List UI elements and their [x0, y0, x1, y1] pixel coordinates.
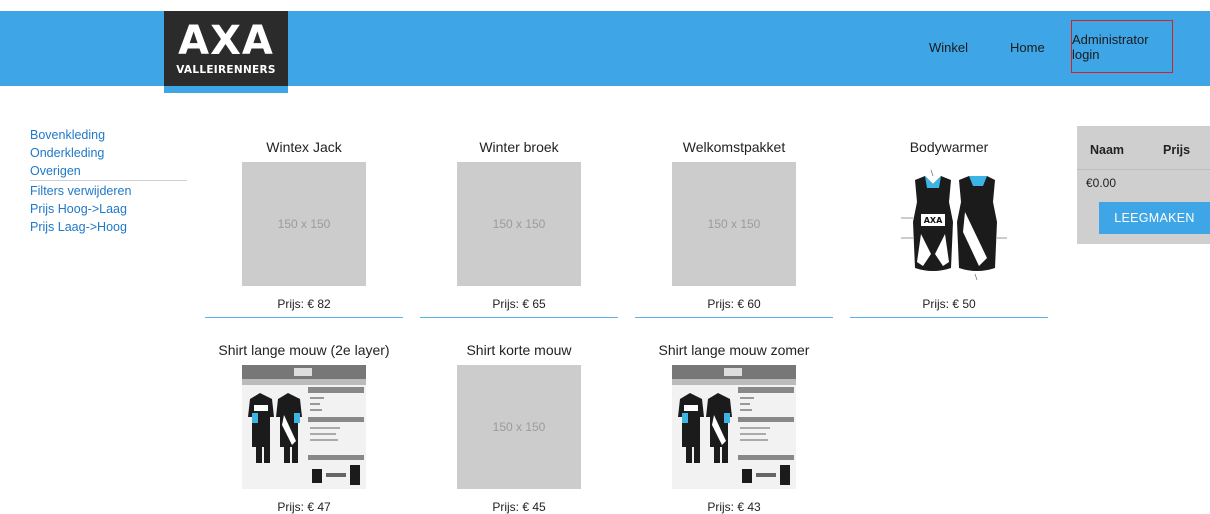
jersey-spec-illustration	[672, 365, 796, 489]
product-title[interactable]: Shirt lange mouw (2e layer)	[205, 341, 403, 359]
sidebar-item-bovenkleding[interactable]: Bovenkleding	[30, 126, 190, 144]
cart-total: €0.00	[1086, 176, 1117, 190]
product-price: Prijs: € 82	[277, 297, 331, 311]
product-divider	[635, 317, 833, 318]
product-card[interactable]: Shirt lange mouw zomer Prijs: € 43	[635, 341, 833, 514]
nav-winkel-link[interactable]: Winkel	[929, 40, 968, 55]
axa-valleirenners-logo[interactable]: AXA VALLEIRENNERS	[164, 11, 288, 93]
product-price: Prijs: € 43	[707, 500, 761, 514]
cart-column-prijs: Prijs	[1163, 143, 1191, 157]
product-card[interactable]: Wintex Jack 150 x 150 Prijs: € 82	[205, 138, 403, 318]
product-title[interactable]: Wintex Jack	[205, 138, 403, 156]
sidebar-item-overigen[interactable]: Overigen	[30, 162, 190, 180]
product-title[interactable]: Shirt lange mouw zomer	[635, 341, 833, 359]
product-divider	[205, 317, 403, 318]
product-title[interactable]: Shirt korte mouw	[420, 341, 618, 359]
product-card[interactable]: Shirt korte mouw 150 x 150 Prijs: € 45	[420, 341, 618, 514]
product-price: Prijs: € 60	[707, 297, 761, 311]
sidebar: Bovenkleding Onderkleding Overigen Filte…	[30, 126, 190, 236]
filter-remove-link[interactable]: Filters verwijderen	[30, 182, 190, 200]
product-card[interactable]: Shirt lange mouw (2e layer) Prijs: € 47	[205, 341, 403, 514]
logo-accent-strip	[164, 86, 288, 93]
cart-column-naam: Naam	[1090, 143, 1125, 157]
jersey-spec-illustration	[242, 365, 366, 489]
product-title[interactable]: Bodywarmer	[850, 138, 1048, 156]
product-image-placeholder[interactable]: 150 x 150	[242, 162, 366, 286]
sidebar-divider	[30, 180, 187, 181]
product-divider	[420, 317, 618, 318]
product-image-placeholder[interactable]: 150 x 150	[457, 162, 581, 286]
product-card[interactable]: Bodywarmer AXA Prijs: € 50	[850, 138, 1048, 318]
sort-price-low-high-link[interactable]: Prijs Laag->Hoog	[30, 218, 190, 236]
logo-main-text: AXA	[178, 18, 274, 64]
cart-panel: Naam Prijs €0.00 LEEGMAKEN	[1077, 126, 1210, 244]
product-image-placeholder[interactable]: 150 x 150	[672, 162, 796, 286]
nav-admin-login-link[interactable]: Administrator login	[1071, 20, 1173, 73]
product-price: Prijs: € 45	[492, 500, 546, 514]
cart-header: Naam Prijs	[1077, 126, 1210, 170]
logo-sub-text: VALLEIRENNERS	[176, 64, 276, 76]
svg-text:AXA: AXA	[924, 216, 943, 225]
product-image-placeholder[interactable]: 150 x 150	[457, 365, 581, 489]
sidebar-item-onderkleding[interactable]: Onderkleding	[30, 144, 190, 162]
product-title[interactable]: Welkomstpakket	[635, 138, 833, 156]
product-price: Prijs: € 65	[492, 297, 546, 311]
product-card[interactable]: Welkomstpakket 150 x 150 Prijs: € 60	[635, 138, 833, 318]
product-divider	[850, 317, 1048, 318]
jersey-spec-sheet-image[interactable]	[672, 365, 796, 489]
sort-price-high-low-link[interactable]: Prijs Hoog->Laag	[30, 200, 190, 218]
product-card[interactable]: Winter broek 150 x 150 Prijs: € 65	[420, 138, 618, 318]
bodywarmer-illustration: AXA	[901, 169, 1007, 281]
product-title[interactable]: Winter broek	[420, 138, 618, 156]
product-price: Prijs: € 47	[277, 500, 331, 514]
jersey-spec-sheet-image[interactable]	[242, 365, 366, 489]
product-price: Prijs: € 50	[922, 297, 976, 311]
bodywarmer-image[interactable]: AXA	[887, 162, 1011, 286]
nav-home-link[interactable]: Home	[1010, 40, 1045, 55]
clear-cart-button[interactable]: LEEGMAKEN	[1099, 202, 1210, 234]
